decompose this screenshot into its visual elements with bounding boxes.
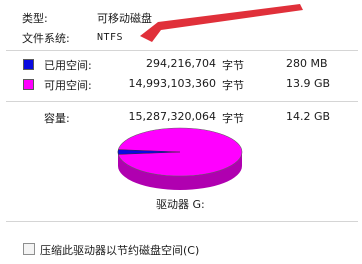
disk-usage-pie <box>117 127 243 190</box>
compress-drive-checkbox[interactable] <box>23 243 35 255</box>
drive-label: 驱动器 G: <box>156 198 205 211</box>
capacity-size: 14.2 GB <box>286 110 331 123</box>
free-space-unit: 字节 <box>222 79 244 92</box>
used-space-unit: 字节 <box>222 59 244 72</box>
free-space-label: 可用空间: <box>44 79 92 92</box>
used-space-swatch <box>23 59 34 70</box>
used-space-bytes: 294,216,704 <box>146 57 216 70</box>
capacity-unit: 字节 <box>222 112 244 125</box>
separator-top <box>6 50 358 52</box>
capacity-bytes: 15,287,320,064 <box>128 110 216 123</box>
compress-drive-label[interactable]: 压缩此驱动器以节约磁盘空间(C) <box>40 242 199 258</box>
free-space-swatch <box>23 79 34 90</box>
separator-bottom <box>6 221 358 223</box>
used-space-label: 已用空间: <box>44 59 92 72</box>
capacity-label: 容量: <box>44 112 70 125</box>
used-space-size: 280 MB <box>286 57 328 70</box>
free-space-size: 13.9 GB <box>286 77 331 90</box>
free-space-bytes: 14,993,103,360 <box>128 77 216 90</box>
separator-middle <box>6 101 358 103</box>
